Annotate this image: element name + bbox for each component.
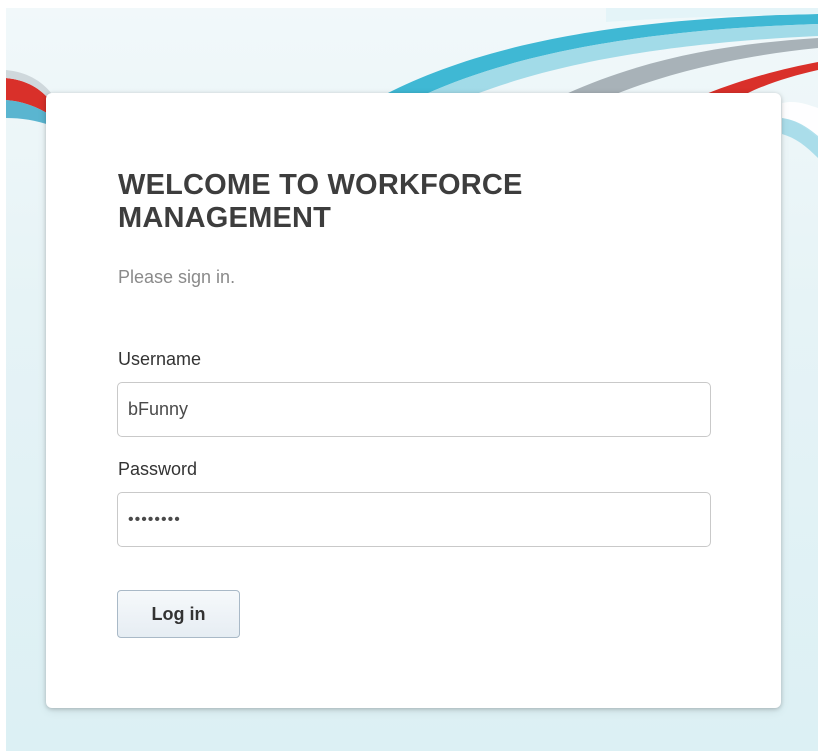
password-input[interactable] <box>117 492 711 547</box>
username-input[interactable] <box>117 382 711 437</box>
password-label: Password <box>118 459 198 479</box>
login-button[interactable]: Log in <box>117 590 240 638</box>
username-label: Username <box>118 349 202 369</box>
page-title: WELCOME TO WORKFORCE MANAGEMENT <box>118 169 523 234</box>
login-card: WELCOME TO WORKFORCE MANAGEMENT Please s… <box>46 93 781 708</box>
sign-in-subtitle: Please sign in. <box>118 267 236 287</box>
login-page-background: WELCOME TO WORKFORCE MANAGEMENT Please s… <box>6 8 818 751</box>
